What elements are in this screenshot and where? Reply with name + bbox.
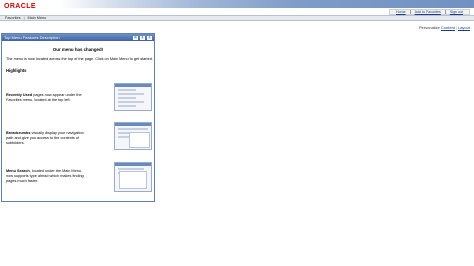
main-menu[interactable]: Main Menu — [25, 16, 50, 20]
pagelet-remove-icon[interactable]: ✕ — [147, 35, 152, 40]
recently-used-screenshot — [114, 83, 152, 111]
pagelet-settings-icon[interactable]: ⚙ — [133, 35, 138, 40]
personalize-content-link[interactable]: Content — [441, 25, 455, 30]
feature-recently-used: Recently Used pages now appear under the… — [6, 93, 86, 103]
breadcrumbs-screenshot — [114, 122, 152, 150]
menu-search-screenshot — [114, 162, 152, 192]
add-to-favorites-link[interactable]: Add to Favorites — [411, 10, 445, 14]
feature-menu-search: Menu Search, located under the Main Menu… — [6, 169, 86, 184]
pagelet-headline: Our menu has changed! — [52, 47, 104, 52]
intro-text: The menu is now located across the top o… — [6, 57, 153, 61]
home-link[interactable]: Home — [392, 10, 410, 14]
pagelet-collapse-icon[interactable]: ▾ — [140, 35, 145, 40]
feature-title: Recently Used — [6, 93, 33, 97]
menu-bar: Favorites | Main Menu — [0, 15, 474, 21]
favorites-menu[interactable]: Favorites — [2, 16, 24, 20]
personalize-label: Personalize — [418, 25, 440, 30]
oracle-logo: ORACLE — [4, 3, 36, 10]
pagelet-header: Top Menu Features Description ⚙ ▾ ✕ — [2, 34, 154, 41]
personalize-layout-link[interactable]: Layout — [458, 25, 470, 30]
pagelet-controls: ⚙ ▾ ✕ — [133, 35, 152, 40]
top-menu-features-pagelet: Top Menu Features Description ⚙ ▾ ✕ Our … — [1, 33, 155, 202]
banner-gradient — [0, 0, 474, 8]
top-banner: ORACLE Home Add to Favorites Sign out — [0, 0, 474, 16]
pagelet-body: Our menu has changed! The menu is now lo… — [2, 41, 154, 183]
highlights-heading: Highlights — [6, 68, 27, 73]
personalize-bar: Personalize Content|Layout — [418, 25, 470, 30]
pagelet-title: Top Menu Features Description — [4, 35, 60, 40]
feature-title: Breadcrumbs — [6, 131, 31, 135]
feature-breadcrumbs: Breadcrumbs visually display your naviga… — [6, 131, 86, 146]
sign-out-link[interactable]: Sign out — [446, 10, 467, 14]
feature-title: Menu Search — [6, 169, 30, 173]
